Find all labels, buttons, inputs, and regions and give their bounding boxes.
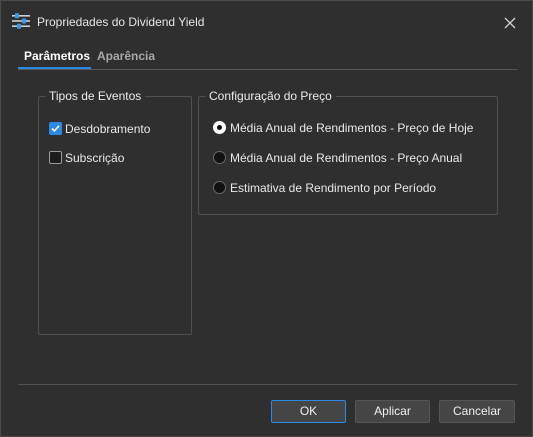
radio-label: Média Anual de Rendimentos - Preço de Ho… [230,121,474,135]
events-groupbox: Tipos de Eventos Desdobramento Subscriçã… [38,89,192,335]
checkbox-checked-icon[interactable] [49,122,62,135]
apply-button[interactable]: Aplicar [355,400,430,423]
checkbox-label: Subscrição [65,151,125,165]
ok-button[interactable]: OK [271,400,346,423]
tab-divider [18,69,517,70]
radio-preco-de-hoje[interactable]: Média Anual de Rendimentos - Preço de Ho… [213,120,473,136]
price-config-groupbox: Configuração do Preço Média Anual de Ren… [198,89,498,215]
cancel-button[interactable]: Cancelar [439,400,515,423]
radio-preco-anual[interactable]: Média Anual de Rendimentos - Preço Anual [213,150,473,166]
radio-label: Estimativa de Rendimento por Período [230,181,437,195]
radio-unselected-icon[interactable] [213,151,226,164]
radio-estimativa-periodo[interactable]: Estimativa de Rendimento por Período [213,180,473,196]
checkbox-label: Desdobramento [65,122,151,136]
radio-unselected-icon[interactable] [213,181,226,194]
footer-divider [18,384,517,385]
radio-label: Média Anual de Rendimentos - Preço Anual [230,151,463,165]
events-group-title: Tipos de Eventos [45,89,146,103]
checkbox-unchecked-icon[interactable] [49,151,62,164]
close-icon[interactable] [498,11,522,35]
radio-selected-icon[interactable] [213,121,226,134]
properties-dialog: Propriedades do Dividend Yield Parâmetro… [0,0,533,437]
checkbox-subscricao[interactable]: Subscrição [49,150,169,166]
checkbox-desdobramento[interactable]: Desdobramento [49,121,169,137]
title-bar: Propriedades do Dividend Yield [1,1,532,41]
tab-parametros[interactable]: Parâmetros [24,49,90,63]
sliders-icon [12,13,30,29]
tab-aparencia[interactable]: Aparência [97,49,155,63]
price-group-title: Configuração do Preço [205,89,336,103]
window-title: Propriedades do Dividend Yield [37,15,205,29]
